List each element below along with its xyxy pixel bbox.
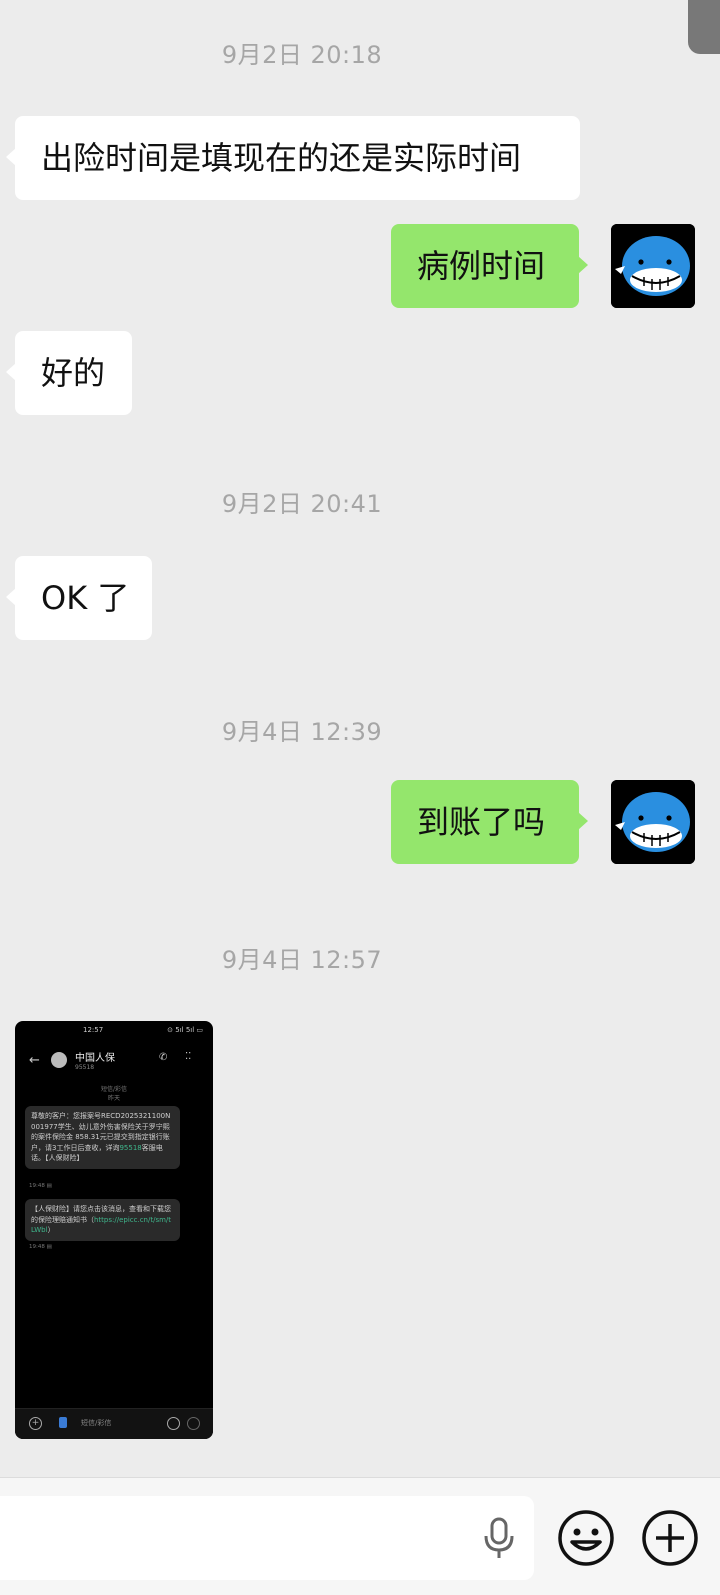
corner-tab — [688, 0, 720, 54]
timestamp: 9月4日 12:57 — [221, 946, 383, 974]
send-icon — [187, 1417, 200, 1430]
chat-input-bar — [0, 1477, 720, 1595]
timestamp: 9月4日 12:39 — [221, 718, 383, 746]
incoming-message[interactable]: 好的 — [6, 331, 132, 415]
status-time: 12:57 — [83, 1026, 104, 1034]
sms-input-bar: + 短信/彩信 — [15, 1408, 213, 1439]
plus-icon[interactable] — [640, 1508, 700, 1568]
section-label: 短信/彩信 — [100, 1086, 128, 1093]
contact-number: 95518 — [75, 1064, 95, 1071]
day-label: 昨天 — [107, 1095, 120, 1102]
sms-meta: 19:48 ▤ — [29, 1183, 52, 1189]
timestamp: 9月2日 20:41 — [221, 490, 383, 518]
microphone-icon[interactable] — [482, 1516, 516, 1560]
sms-meta: 19:48 ▤ — [29, 1244, 52, 1250]
incoming-message[interactable]: 出险时间是填现在的还是实际时间 — [6, 116, 580, 200]
contact-avatar — [51, 1052, 67, 1068]
emoji-icon[interactable] — [556, 1508, 616, 1568]
sim-icon — [59, 1417, 67, 1428]
phone-icon: ✆ — [159, 1052, 168, 1063]
sms-input-placeholder: 短信/彩信 — [81, 1419, 112, 1427]
image-message[interactable]: 12:57 ⊙ 5ıl 5ıl ▭ ← 中国人保 95518 ✆ ⁚⁚ 短信/彩… — [15, 1021, 213, 1439]
sms-link: 95518 — [119, 1143, 142, 1152]
back-arrow-icon: ← — [29, 1053, 40, 1068]
sms-bubble: 【人保财险】请您点击该消息，查看和下载您的保险理赔通知书（https://epi… — [25, 1199, 180, 1241]
outgoing-message[interactable]: 到账了吗 — [391, 780, 588, 864]
emoji-icon — [167, 1417, 180, 1430]
message-input[interactable] — [0, 1496, 534, 1580]
sms-text: ） — [47, 1226, 55, 1234]
blue-whale-icon — [611, 780, 695, 864]
plus-circle-icon: + — [29, 1417, 42, 1430]
timestamp: 9月2日 20:18 — [221, 41, 383, 69]
avatar[interactable] — [611, 780, 695, 864]
blue-whale-icon — [611, 224, 695, 308]
more-icon: ⁚⁚ — [185, 1051, 192, 1062]
status-icons: ⊙ 5ıl 5ıl ▭ — [167, 1026, 203, 1034]
avatar[interactable] — [611, 224, 695, 308]
incoming-message[interactable]: OK 了 — [6, 556, 152, 640]
sms-header: ← 中国人保 95518 ✆ ⁚⁚ — [15, 1043, 213, 1083]
outgoing-message[interactable]: 病例时间 — [391, 224, 588, 308]
sms-bubble: 尊敬的客户：您报案号RECD2025321100N001977学生、幼儿意外伤害… — [25, 1106, 180, 1169]
contact-name: 中国人保 — [75, 1053, 115, 1064]
